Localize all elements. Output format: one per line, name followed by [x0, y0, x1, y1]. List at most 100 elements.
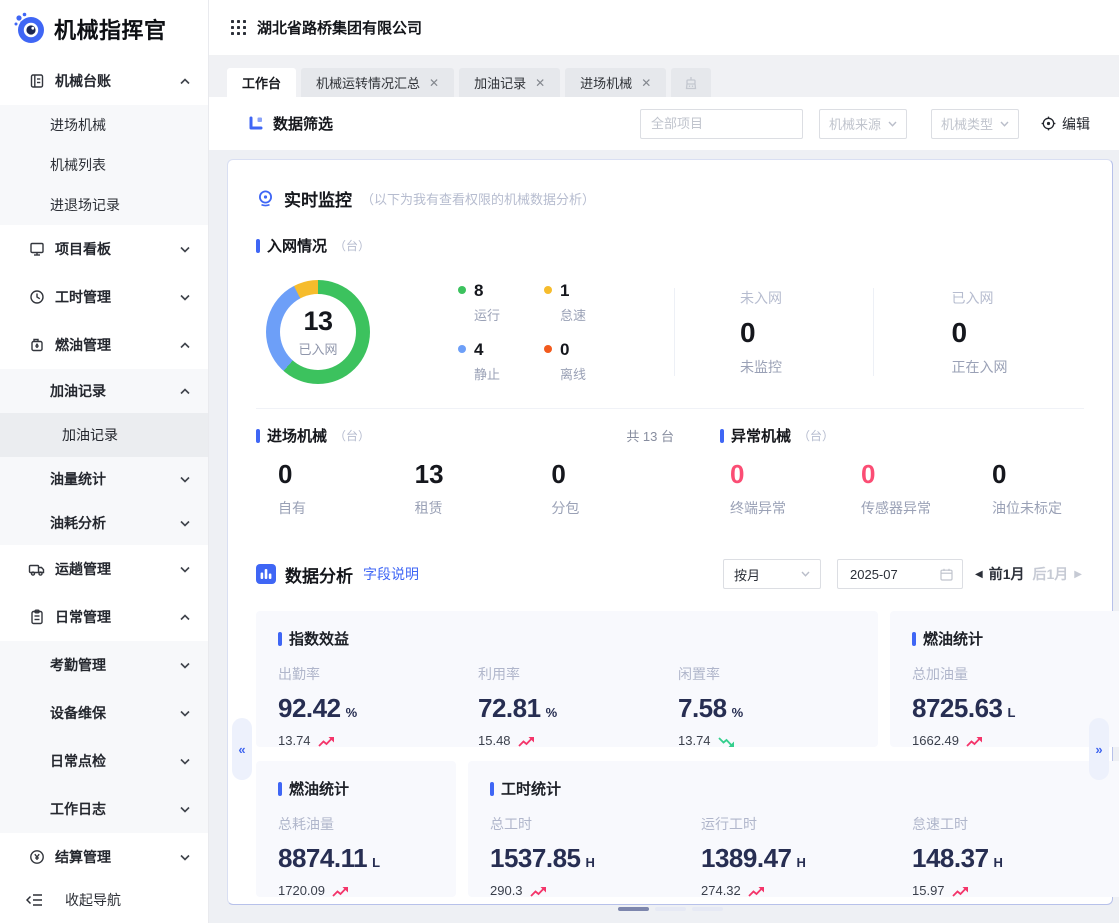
tab-bar: 工作台 机械运转情况汇总 ✕ 加油记录 ✕ 进场机械 ✕: [209, 56, 1119, 97]
total-count-note: 共 13 台: [626, 426, 674, 445]
legend-item-static: 4静止: [458, 340, 544, 383]
sidebar-item-work-log[interactable]: 工作日志: [0, 785, 208, 833]
sidebar-item-settlement[interactable]: 结算管理: [0, 833, 208, 877]
close-icon[interactable]: ✕: [641, 76, 651, 90]
tab-entered-machines[interactable]: 进场机械 ✕: [565, 68, 666, 97]
trend-icon: [748, 883, 765, 898]
stat-subcontract: 0 分包: [551, 459, 688, 518]
card-hours-stats: 工时统计 总工时 1537.85H 290.3: [468, 761, 1119, 897]
monitor-icon: [256, 189, 275, 208]
machine-type-select[interactable]: 机械类型: [931, 109, 1019, 139]
realtime-monitor-header: 实时监控 （以下为我有查看权限的机械数据分析）: [256, 160, 1084, 211]
sidebar-item-daily-inspection[interactable]: 日常点检: [0, 737, 208, 785]
chevron-down-icon: [1000, 121, 1009, 127]
divider: [256, 408, 1084, 409]
stat-networked: 已入网 0 正在入网: [952, 288, 1085, 377]
collapse-nav-button[interactable]: 收起导航: [0, 877, 208, 923]
carousel-dot[interactable]: [655, 907, 686, 911]
tab-refuel-records[interactable]: 加油记录 ✕: [459, 68, 560, 97]
sidebar-item-entered-machines[interactable]: 进场机械: [0, 105, 208, 145]
clear-tabs-icon: [684, 76, 698, 90]
filter-title: 数据筛选: [247, 113, 333, 134]
app-grid-icon[interactable]: [231, 20, 246, 35]
tab-machine-operation-summary[interactable]: 机械运转情况汇总 ✕: [301, 68, 454, 97]
clear-tabs-button[interactable]: [671, 68, 711, 97]
month-picker[interactable]: 2025-07: [837, 559, 963, 589]
stat-sensor-abnormal: 0 传感器异常: [861, 459, 992, 518]
accent-bar: [256, 239, 260, 253]
sidebar-item-daily-management[interactable]: 日常管理: [0, 593, 208, 641]
machine-source-select[interactable]: 机械来源: [819, 109, 907, 139]
caret-right-icon: ▶: [1074, 569, 1082, 580]
network-donut: 13 已入网: [266, 280, 370, 384]
sidebar-item-entry-exit-records[interactable]: 进退场记录: [0, 185, 208, 225]
donut-legend: 8运行 1怠速 4静止 0离线: [458, 281, 630, 383]
sidebar-item-refuel-records[interactable]: 加油记录: [0, 413, 208, 457]
edit-settings-icon: [1041, 116, 1056, 131]
section-title: 实时监控: [284, 186, 352, 211]
divider: [674, 288, 675, 376]
trend-icon: [332, 883, 349, 898]
collapse-nav-icon: [26, 892, 43, 909]
accent-bar: [720, 429, 724, 443]
close-icon[interactable]: ✕: [429, 76, 439, 90]
filter-icon: [247, 115, 264, 132]
accent-bar: [490, 782, 494, 796]
prev-month-button[interactable]: ◀ 前1月: [975, 564, 1025, 584]
edit-button[interactable]: 编辑: [1041, 114, 1090, 134]
field-description-link[interactable]: 字段说明: [363, 564, 419, 584]
metric-total-hours: 总工时 1537.85H 290.3: [490, 814, 701, 898]
network-status-label: 入网情况 （台）: [256, 235, 1084, 256]
sidebar-item-machine-list[interactable]: 机械列表: [0, 145, 208, 185]
legend-item-offline: 0离线: [544, 340, 630, 383]
legend-dot: [458, 345, 466, 353]
trend-icon: [966, 733, 983, 748]
chevron-down-icon: [180, 566, 190, 573]
ledger-icon: [28, 73, 45, 90]
abnormal-machines-section: 异常机械 （台） 0 终端异常 0 传感器异常: [720, 425, 1119, 525]
donut-total: 13: [303, 306, 332, 337]
sidebar-item-fuel-management[interactable]: 燃油管理: [0, 321, 208, 369]
carousel-dot[interactable]: [618, 907, 649, 911]
card-index-benefit: 指数效益 出勤率 92.42% 13.74: [256, 611, 878, 747]
metric-total-refuel: 总加油量 8725.63L 1662.49: [912, 664, 1119, 748]
sidebar-item-attendance[interactable]: 考勤管理: [0, 641, 208, 689]
chevron-down-icon: [180, 758, 190, 765]
tab-workbench[interactable]: 工作台: [227, 68, 296, 97]
next-month-button[interactable]: 后1月 ▶: [1033, 564, 1083, 584]
stat-oil-uncalibrated: 0 油位未标定: [992, 459, 1119, 518]
metric-idle-rate: 闲置率 7.58% 13.74: [678, 664, 878, 748]
sidebar: 机械指挥官 机械台账 进场机械 机械列表 进退场记录: [0, 0, 209, 923]
sidebar-item-refuel-records-group[interactable]: 加油记录: [0, 369, 208, 413]
sidebar-item-equipment-maintenance[interactable]: 设备维保: [0, 689, 208, 737]
chevron-down-icon: [180, 854, 190, 861]
sidebar-item-fuel-consumption-analysis[interactable]: 油耗分析: [0, 501, 208, 545]
carousel-next-button[interactable]: »: [1089, 718, 1109, 780]
sidebar-item-work-hours[interactable]: 工时管理: [0, 273, 208, 321]
top-header: 湖北省路桥集团有限公司: [209, 0, 1119, 56]
chevron-down-icon: [180, 246, 190, 253]
close-icon[interactable]: ✕: [535, 76, 545, 90]
chevron-down-icon: [180, 806, 190, 813]
sidebar-item-oil-volume-stats[interactable]: 油量统计: [0, 457, 208, 501]
period-select[interactable]: 按月: [723, 559, 821, 589]
accent-bar: [912, 632, 916, 646]
trend-icon: [518, 733, 535, 748]
calendar-icon: [940, 568, 953, 581]
sidebar-submenu-fuel: 加油记录 加油记录 油量统计 油耗分析: [0, 369, 208, 545]
stat-not-networked: 未入网 0 未监控: [740, 288, 873, 377]
trend-icon: [318, 733, 335, 748]
network-status-row: 13 已入网 8运行 1怠速: [256, 274, 1084, 390]
legend-item-idle: 1怠速: [544, 281, 630, 324]
chevron-down-icon: [801, 571, 810, 577]
carousel-dot[interactable]: [692, 907, 723, 911]
chevron-up-icon: [180, 342, 190, 349]
sidebar-item-project-board[interactable]: 项目看板: [0, 225, 208, 273]
clock-icon: [28, 289, 45, 306]
carousel-prev-button[interactable]: «: [232, 718, 252, 780]
sidebar-submenu-daily: 考勤管理 设备维保 日常点检 工作日志: [0, 641, 208, 833]
trend-icon: [530, 883, 547, 898]
project-filter-input[interactable]: [640, 109, 803, 139]
sidebar-item-machine-ledger[interactable]: 机械台账: [0, 57, 208, 105]
sidebar-item-transport-management[interactable]: 运趟管理: [0, 545, 208, 593]
